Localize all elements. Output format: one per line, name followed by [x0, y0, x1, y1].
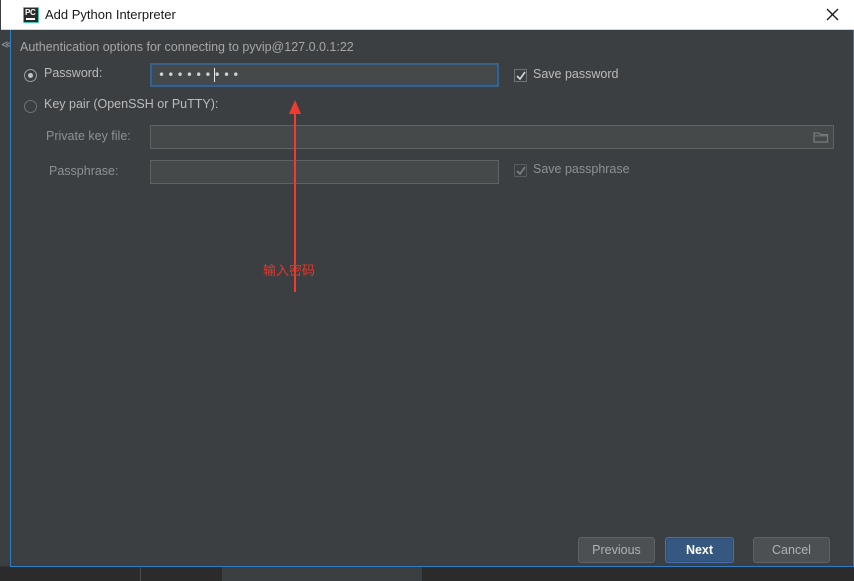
screen-root: ≪ p t PC Add Python Interpreter Authenti…: [0, 0, 854, 581]
private-key-file-input[interactable]: [150, 125, 834, 149]
pycharm-icon-letters: PC: [25, 8, 36, 17]
pycharm-icon: PC: [23, 7, 39, 23]
passphrase-input[interactable]: [150, 160, 499, 184]
label-save-passphrase: Save passphrase: [533, 162, 630, 176]
label-password: Password:: [44, 66, 103, 80]
text-caret: [214, 68, 215, 82]
ide-status-bar: [0, 566, 854, 581]
label-key-pair: Key pair (OpenSSH or PuTTY):: [44, 97, 219, 111]
ide-bottom-tab-divider: [140, 567, 141, 581]
window-title: Add Python Interpreter: [45, 7, 176, 22]
label-save-password: Save password: [533, 67, 619, 81]
close-icon[interactable]: [809, 0, 854, 29]
cancel-button[interactable]: Cancel: [753, 537, 830, 563]
dialog-title-bar: PC Add Python Interpreter: [1, 0, 854, 30]
pycharm-icon-bar: [26, 18, 35, 20]
auth-options-subtitle: Authentication options for connecting to…: [20, 40, 354, 54]
label-private-key-file: Private key file:: [46, 129, 131, 143]
radio-key-pair[interactable]: [24, 100, 37, 113]
up-arrow-icon: [289, 100, 301, 114]
password-input[interactable]: •••••••••: [150, 63, 499, 87]
checkbox-save-passphrase[interactable]: [514, 164, 527, 177]
password-masked-value: •••••••••: [158, 68, 242, 82]
folder-icon[interactable]: [813, 130, 829, 144]
previous-button[interactable]: Previous: [578, 537, 655, 563]
ide-bottom-tab-area: [222, 567, 422, 581]
annotation-label: 输入密码: [263, 264, 316, 279]
checkbox-save-password[interactable]: [514, 69, 527, 82]
radio-password[interactable]: [24, 69, 37, 82]
next-button[interactable]: Next: [665, 537, 734, 563]
dialog-body: Authentication options for connecting to…: [11, 30, 853, 566]
label-passphrase: Passphrase:: [49, 164, 119, 178]
add-python-interpreter-dialog: PC Add Python Interpreter Authentication…: [1, 0, 854, 567]
